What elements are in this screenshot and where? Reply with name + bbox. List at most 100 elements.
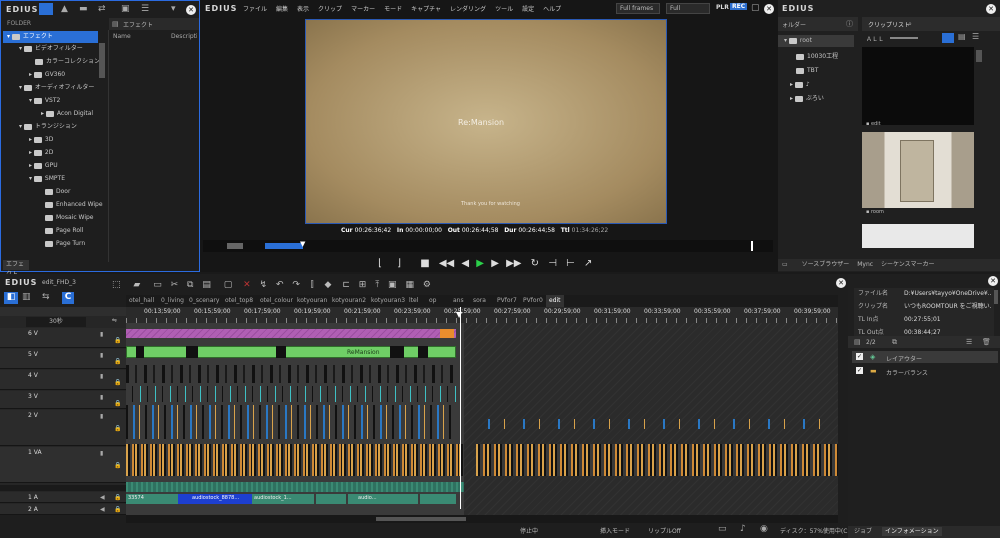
seq-tab-active[interactable]: edit	[546, 295, 564, 307]
bin-scrollbar[interactable]	[976, 50, 982, 62]
info-scrollbar[interactable]	[994, 290, 998, 304]
menu-tools[interactable]: ツール	[495, 6, 513, 13]
lock-icon[interactable]: 🔒	[114, 357, 121, 367]
track-5v[interactable]: 5 V ▮ 🔒	[0, 349, 126, 369]
checkbox[interactable]: ✓	[856, 367, 863, 374]
track-1va[interactable]: 1 VA ▮ 🔒	[0, 447, 126, 483]
track-3v[interactable]: 3 V ▮ 🔒	[0, 391, 126, 409]
clip-thumb-3[interactable]	[862, 224, 974, 248]
folder-view-button[interactable]	[39, 3, 53, 15]
seq-tab[interactable]: otel_colour	[257, 295, 296, 307]
tool-snapshot-icon[interactable]: ▣	[388, 280, 397, 290]
audio-clip[interactable]	[316, 494, 346, 504]
menu-chevron-icon[interactable]: ▾	[171, 4, 176, 14]
audio-clip[interactable]: audiostock_1...	[252, 494, 314, 504]
tool-render-icon[interactable]: ⊞	[359, 280, 367, 290]
seq-tab[interactable]: PVfor7	[494, 295, 520, 307]
tree-item-effect[interactable]: ▾ エフェクト	[7, 31, 53, 43]
list-icon[interactable]: ☰	[966, 337, 972, 347]
tree-root[interactable]: ▾ root	[778, 35, 854, 47]
stop-icon[interactable]: ■	[420, 258, 429, 269]
clip-thumb-2[interactable]	[862, 132, 974, 208]
seq-tab[interactable]: 0_scenary	[186, 295, 222, 307]
seq-tab[interactable]: 0_living	[158, 295, 187, 307]
close-icon[interactable]: ✕	[764, 4, 774, 14]
tool-copy-icon[interactable]: ⧉	[187, 280, 193, 290]
play-icon[interactable]: ▶	[476, 258, 484, 269]
menu-edit[interactable]: 編集	[276, 6, 288, 13]
tool-prefs-icon[interactable]: ⚙	[423, 280, 431, 290]
lock-icon[interactable]: 🔒	[114, 336, 121, 346]
timeline-mode-icon[interactable]: ◧	[4, 292, 18, 304]
orange-marker-clip[interactable]	[440, 329, 454, 338]
playhead-line[interactable]	[460, 307, 461, 509]
tab-sequence-marker[interactable]: シーケンスマーカー	[881, 261, 935, 268]
playhead-icon[interactable]: ▼	[456, 310, 462, 319]
speaker-icon[interactable]: ◀	[100, 505, 105, 515]
footer-tab[interactable]: エフェクト	[3, 260, 29, 278]
menu-marker[interactable]: マーカー	[351, 6, 375, 13]
speaker-icon[interactable]: ◀	[100, 493, 105, 503]
video-toggle-icon[interactable]: ▮	[100, 412, 103, 422]
rec-button[interactable]: REC	[730, 3, 748, 10]
fast-forward-icon[interactable]: ▶▶	[506, 258, 521, 269]
layer-row-colorbalance[interactable]: ✓ ▬ カラーバランス	[852, 365, 998, 377]
bin-folder-3[interactable]: ▸ ♪	[790, 79, 810, 91]
close-icon[interactable]: ✕	[186, 5, 196, 15]
overwrite-icon[interactable]: ⊢	[566, 258, 575, 269]
seq-tab[interactable]: ans	[450, 295, 467, 307]
filter-icon[interactable]: ⧉	[892, 337, 897, 347]
close-icon[interactable]: ✕	[988, 276, 998, 286]
tool-export-icon[interactable]: ⤒	[375, 280, 379, 290]
timeline-scrollbar[interactable]	[126, 515, 838, 523]
video-toggle-icon[interactable]: ▮	[100, 351, 103, 361]
tree-item-acon-digital[interactable]: ▸ Acon Digital	[41, 108, 93, 120]
tab-source-browser[interactable]: ソースブラウザー	[802, 261, 850, 268]
tree-item-audio-filter[interactable]: ▾ オーディオフィルター	[19, 82, 94, 94]
audio-clip-selected[interactable]: audiostock_8878...	[178, 494, 252, 504]
clip-thumb-1[interactable]	[862, 47, 974, 125]
tree-item-vst2[interactable]: ▾ VST2	[29, 95, 60, 107]
track-1va-content[interactable]	[126, 444, 464, 476]
tree-item-smpte[interactable]: ▾ SMPTE	[29, 173, 65, 185]
video-toggle-icon[interactable]: ▮	[100, 372, 103, 382]
audio-clip[interactable]	[126, 482, 464, 492]
player-scrubber[interactable]: ▼	[203, 240, 773, 252]
lock-icon[interactable]: 🔒	[114, 399, 121, 409]
c-icon[interactable]: C	[62, 292, 74, 304]
tree-item-mosaic-wipe[interactable]: Mosaic Wipe	[45, 212, 94, 224]
tool-save-icon[interactable]: ▭	[153, 280, 162, 290]
seq-tab[interactable]: kotyouran	[294, 295, 330, 307]
tree-item-color-correction[interactable]: カラーコレクション	[35, 56, 100, 68]
search-icon[interactable]: ⌕	[908, 19, 912, 29]
layer-row-layouter[interactable]: ✓ ◈ レイアウター	[852, 351, 998, 363]
tree-item-gv360[interactable]: ▸ GV360	[29, 69, 65, 81]
tool-folder-icon[interactable]: ▰	[133, 280, 140, 290]
mic-icon[interactable]: ◉	[760, 524, 768, 534]
tree-item-page-turn[interactable]: Page Turn	[45, 238, 85, 250]
info-icon[interactable]: ⓘ	[846, 19, 853, 29]
link-icon[interactable]: ⇋	[112, 317, 117, 324]
bin-folder-2[interactable]: TBT	[796, 65, 818, 77]
grid-view-icon[interactable]	[942, 33, 954, 43]
new-folder-icon[interactable]: ▬	[79, 4, 88, 14]
set-in-icon[interactable]: ⌊	[378, 258, 382, 269]
tool-ripple-icon[interactable]: ↯	[260, 280, 268, 290]
lock-icon[interactable]: 🔒	[114, 505, 121, 515]
time-ruler[interactable]: 00:13;59;00 00:15;59;00 00:17;59;00 00:1…	[126, 307, 838, 323]
tool-split-icon[interactable]: ⫿	[311, 280, 314, 290]
close-icon[interactable]: ✕	[836, 278, 846, 288]
video-toggle-icon[interactable]: ▮	[100, 449, 103, 459]
track-1a[interactable]: 1 A ◀ 🔒	[0, 492, 126, 503]
zoom-select[interactable]: 30秒	[26, 317, 86, 327]
seq-tab[interactable]: kotyouran3	[368, 295, 408, 307]
monitor-icon[interactable]: ▭	[718, 524, 727, 534]
plr-button[interactable]: PLR	[716, 4, 729, 11]
lock-icon[interactable]: 🔒	[114, 378, 121, 388]
col-name[interactable]: Name	[113, 33, 131, 40]
lock-icon[interactable]: 🔒	[114, 424, 121, 434]
tool-trim-icon[interactable]: ⊏	[342, 280, 350, 290]
track-2a[interactable]: 2 A ◀ 🔒	[0, 504, 126, 515]
tab-information[interactable]: インフォメーション	[881, 527, 942, 536]
scroll-thumb[interactable]	[376, 517, 466, 521]
